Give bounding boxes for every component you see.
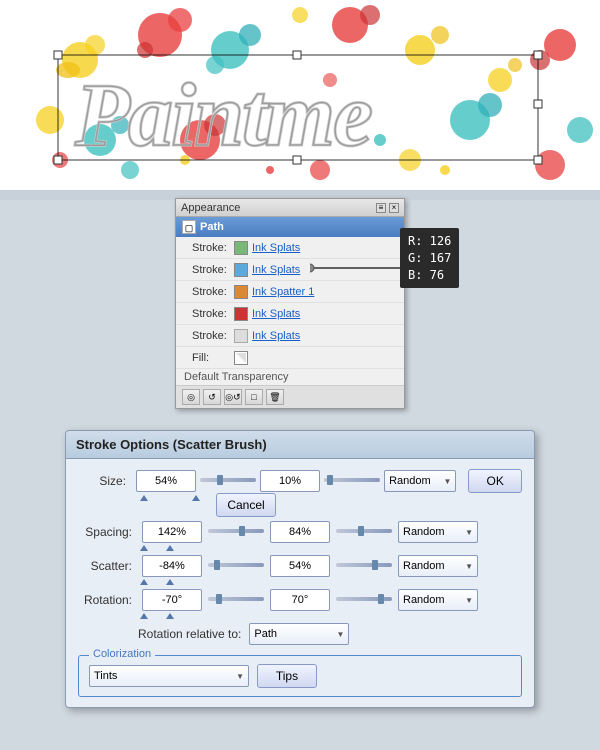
stroke-label-1: Stroke: (192, 242, 234, 254)
stroke-row-5: Stroke: Ink Splats (176, 325, 404, 347)
rotation-row: Rotation: Random ▼ (78, 589, 522, 611)
appearance-title-bar[interactable]: Appearance ≡ × (176, 199, 404, 217)
stroke-row-3: Stroke: Ink Spatter 1 (176, 281, 404, 303)
size-input-2[interactable] (260, 470, 320, 492)
path-icon: ▢ (182, 220, 196, 234)
scatter-dropdown[interactable]: Random ▼ (398, 555, 478, 577)
scatter-slider-1[interactable] (208, 563, 264, 567)
stroke-name-3[interactable]: Ink Spatter 1 (252, 286, 314, 298)
rotation-arrow-up-2 (166, 613, 174, 619)
color-tooltip: R: 126 G: 167 B: 76 (400, 228, 459, 288)
scatter-arrow-up-2 (166, 579, 174, 585)
toolbar-btn-5[interactable]: 🗑 (266, 389, 284, 405)
transparency-label: Default Transparency (176, 369, 404, 385)
stroke-name-4[interactable]: Ink Splats (252, 308, 300, 320)
colorization-dropdown-arrow: ▼ (236, 672, 244, 681)
ok-button[interactable]: OK (468, 469, 522, 493)
scatter-label: Scatter: (78, 559, 138, 573)
color-swatch-2 (234, 263, 248, 277)
g-value: G: 167 (408, 250, 451, 267)
spacing-slider-1[interactable] (208, 529, 264, 533)
relative-label: Rotation relative to: (138, 627, 241, 641)
fill-row: Fill: (176, 347, 404, 369)
stroke-row-1: Stroke: Ink Splats (176, 237, 404, 259)
toolbar-btn-1[interactable]: ◎ (182, 389, 200, 405)
size-arrow-up-2 (192, 495, 200, 501)
stroke-label-4: Stroke: (192, 308, 234, 320)
spacing-row: Spacing: Random ▼ (78, 521, 522, 543)
rotation-slider-2[interactable] (336, 597, 392, 601)
rotation-dropdown-arrow: ▼ (465, 596, 473, 605)
color-swatch-4 (234, 307, 248, 321)
scatter-slider-2[interactable] (336, 563, 392, 567)
stroke-name-5[interactable]: Ink Splats (252, 330, 300, 342)
colorization-legend: Colorization (89, 648, 155, 660)
size-label: Size: (78, 474, 132, 488)
scatter-input-2[interactable] (270, 555, 330, 577)
stroke-row-4: Stroke: Ink Splats (176, 303, 404, 325)
size-input-1[interactable] (136, 470, 196, 492)
toolbar-btn-3[interactable]: ◎↺ (224, 389, 242, 405)
rotation-slider-1[interactable] (208, 597, 264, 601)
stroke-name-1[interactable]: Ink Splats (252, 242, 300, 254)
spacing-label: Spacing: (78, 525, 138, 539)
colorization-dropdown[interactable]: Tints ▼ (89, 665, 249, 687)
size-dropdown[interactable]: Random ▼ (384, 470, 456, 492)
size-slider-1[interactable] (200, 478, 256, 482)
rotation-dropdown[interactable]: Random ▼ (398, 589, 478, 611)
toolbar-btn-4[interactable]: □ (245, 389, 263, 405)
stroke-name-2[interactable]: Ink Splats (252, 264, 300, 276)
fill-label: Fill: (192, 352, 234, 364)
tips-button[interactable]: Tips (257, 664, 317, 688)
rotation-input-1[interactable] (142, 589, 202, 611)
spacing-dropdown[interactable]: Random ▼ (398, 521, 478, 543)
spacing-input-1[interactable] (142, 521, 202, 543)
rotation-arrow-up-1 (140, 613, 148, 619)
spacing-slider-2[interactable] (336, 529, 392, 533)
scatter-dropdown-arrow: ▼ (465, 562, 473, 571)
size-arrow-up-1 (140, 495, 148, 501)
size-row: Size: Random ▼ OK (78, 469, 522, 493)
color-swatch-1 (234, 241, 248, 255)
stroke-label-3: Stroke: (192, 286, 234, 298)
b-value: B: 76 (408, 267, 451, 284)
size-slider-2[interactable] (324, 478, 380, 482)
scatter-input-1[interactable] (142, 555, 202, 577)
path-label: Path (200, 221, 224, 233)
r-value: R: 126 (408, 233, 451, 250)
stroke-row-2: Stroke: Ink Splats (176, 259, 404, 281)
appearance-panel: Appearance ≡ × ▢ Path Stroke: Ink Splats… (175, 198, 405, 409)
colorization-group: Colorization Tints ▼ Tips (78, 655, 522, 697)
colorization-row: Tints ▼ Tips (89, 664, 511, 688)
scatter-row: Scatter: Random ▼ (78, 555, 522, 577)
cancel-button[interactable]: Cancel (216, 493, 276, 517)
spacing-arrow-up-2 (166, 545, 174, 551)
scatter-arrow-up-1 (140, 579, 148, 585)
color-swatch-5 (234, 329, 248, 343)
appearance-toolbar: ◎ ↺ ◎↺ □ 🗑 (176, 385, 404, 408)
color-swatch-3 (234, 285, 248, 299)
spacing-input-2[interactable] (270, 521, 330, 543)
stroke-label-5: Stroke: (192, 330, 234, 342)
close-button[interactable]: × (389, 203, 399, 213)
rotation-input-2[interactable] (270, 589, 330, 611)
canvas-area: Paintme Paintme (0, 0, 600, 190)
stroke-options-dialog: Stroke Options (Scatter Brush) Size: Ran… (65, 430, 535, 708)
rotation-label: Rotation: (78, 593, 138, 607)
stroke-options-title: Stroke Options (Scatter Brush) (66, 431, 534, 459)
appearance-path-header: ▢ Path (176, 217, 404, 237)
rotation-relative-row: Rotation relative to: Path ▼ (78, 623, 522, 645)
appearance-panel-title: Appearance (181, 202, 240, 214)
fill-icon (234, 351, 248, 365)
spacing-arrow-up-1 (140, 545, 148, 551)
svg-text:Paintme: Paintme (74, 66, 371, 165)
menu-button[interactable]: ≡ (376, 203, 386, 213)
size-dropdown-arrow: ▼ (443, 477, 451, 486)
stroke-label-2: Stroke: (192, 264, 234, 276)
spacing-dropdown-arrow: ▼ (465, 528, 473, 537)
toolbar-btn-2[interactable]: ↺ (203, 389, 221, 405)
relative-dropdown-arrow: ▼ (336, 630, 344, 639)
relative-dropdown[interactable]: Path ▼ (249, 623, 349, 645)
